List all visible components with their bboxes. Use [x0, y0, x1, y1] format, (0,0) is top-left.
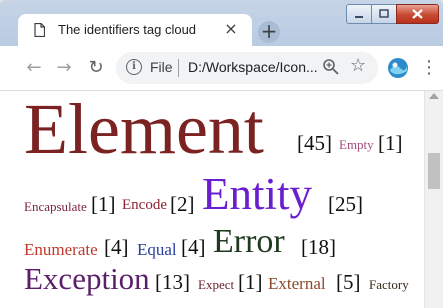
tag-cloud: Element [45] Empty [1] Encapsulate [1] E… [0, 91, 424, 308]
extension-icon[interactable] [387, 57, 409, 79]
tag-count: [2] [170, 192, 195, 216]
tag-link[interactable]: Enumerate [24, 241, 98, 258]
star-icon[interactable]: ☆ [350, 55, 366, 76]
reload-icon[interactable]: ↻ [84, 56, 108, 80]
plus-icon[interactable]: + [258, 21, 280, 43]
document-icon [34, 23, 45, 37]
forward-arrow-icon[interactable]: → [52, 56, 76, 80]
tag-count: [4] [181, 235, 206, 259]
title-bar: The identifiers tag cloud × + [0, 0, 443, 46]
scroll-up-arrow-icon[interactable] [429, 93, 439, 99]
close-window-icon[interactable] [396, 4, 439, 24]
scrollbar-thumb[interactable] [428, 153, 440, 189]
tag-count: [45] [297, 131, 332, 155]
tag-count: [18] [301, 235, 336, 259]
menu-icon[interactable]: ⋮ [420, 56, 438, 80]
tag-count: [1] [91, 192, 116, 216]
tag-link[interactable]: Encapsulate [24, 200, 87, 213]
tag-link[interactable]: Error [213, 225, 285, 259]
tab-active[interactable]: The identifiers tag cloud × [18, 14, 252, 46]
tag-link[interactable]: External [268, 275, 326, 292]
close-icon[interactable]: × [222, 19, 240, 39]
maximize-icon[interactable] [371, 4, 397, 24]
tag-link[interactable]: Encode [122, 198, 167, 213]
tag-link[interactable]: Entity [202, 172, 312, 217]
tag-count: [13] [155, 270, 190, 294]
divider [178, 59, 179, 77]
vertical-scrollbar[interactable] [424, 91, 443, 308]
tag-link[interactable]: Element [24, 93, 264, 165]
file-scheme-label: File [150, 59, 173, 75]
tag-count: [4] [104, 235, 129, 259]
zoom-icon[interactable] [322, 58, 340, 76]
info-icon[interactable]: i [126, 59, 142, 75]
tag-link[interactable]: Exception [24, 263, 150, 294]
tab-title: The identifiers tag cloud [58, 22, 197, 37]
tag-count: [5] [336, 270, 361, 294]
browser-chrome: The identifiers tag cloud × + ← → ↻ i Fi… [0, 0, 443, 91]
minimize-icon[interactable] [346, 4, 372, 24]
tag-link[interactable]: Equal [137, 241, 177, 258]
tag-link[interactable]: Factory [369, 278, 409, 291]
tag-count: [25] [328, 192, 363, 216]
back-arrow-icon[interactable]: ← [22, 56, 46, 80]
url-text[interactable]: D:/Workspace/Icon... [188, 59, 318, 75]
tag-link[interactable]: Expect [198, 278, 234, 291]
toolbar: ← → ↻ i File D:/Workspace/Icon... ☆ ⋮ [0, 46, 443, 91]
window-controls [346, 4, 439, 28]
tag-count: [1] [378, 131, 403, 155]
tag-count: [1] [238, 270, 263, 294]
address-bar[interactable]: i File D:/Workspace/Icon... ☆ [116, 52, 378, 84]
tag-link[interactable]: Empty [339, 138, 374, 151]
